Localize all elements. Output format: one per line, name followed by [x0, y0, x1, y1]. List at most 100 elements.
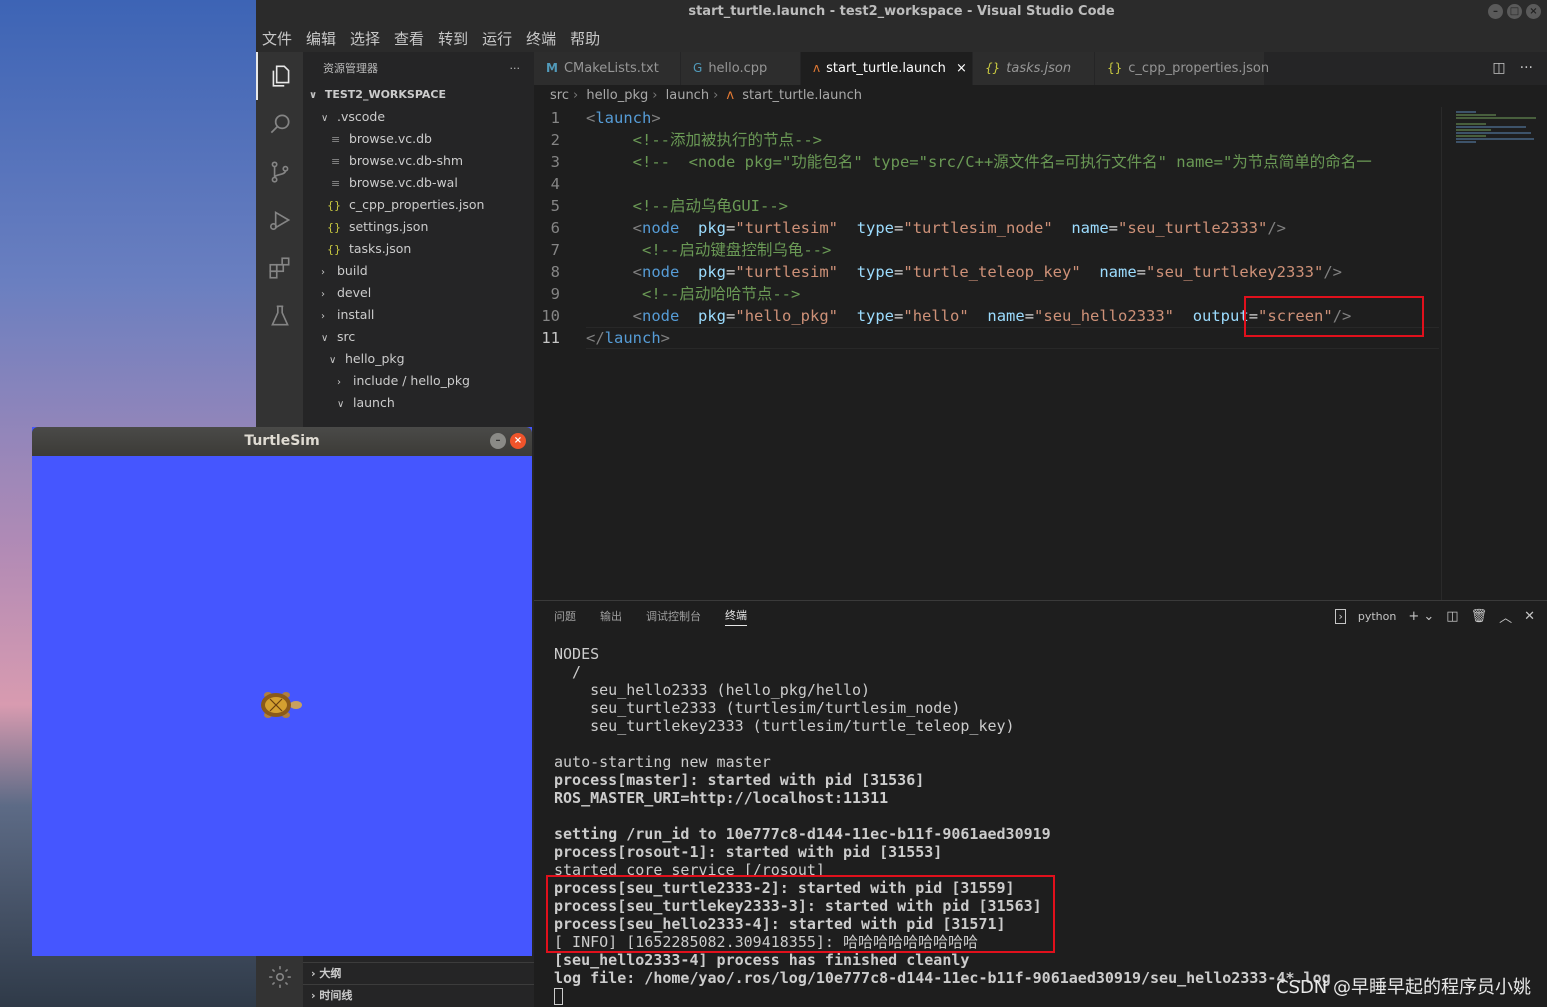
- chevron-right-icon: ›: [321, 289, 325, 300]
- tab-problems[interactable]: 问题: [554, 608, 576, 624]
- cpp-icon: G: [693, 61, 703, 75]
- close-tab-icon[interactable]: ×: [956, 61, 967, 76]
- file-lines-icon: ≡: [331, 155, 341, 168]
- chevron-down-icon: ∨: [329, 355, 337, 366]
- source-control-icon[interactable]: [256, 148, 303, 196]
- maximize-panel-icon[interactable]: ︿: [1499, 607, 1512, 626]
- new-terminal-icon[interactable]: + ⌄: [1408, 609, 1434, 624]
- tree-item-hello-pkg[interactable]: ∨ hello_pkg: [303, 348, 534, 370]
- menu-edit[interactable]: 编辑: [306, 28, 336, 49]
- breadcrumb-hello-pkg[interactable]: hello_pkg: [586, 88, 648, 103]
- tab-debug-console[interactable]: 调试控制台: [646, 608, 701, 624]
- explorer-title: 资源管理器: [323, 62, 378, 75]
- minimap[interactable]: [1441, 107, 1547, 600]
- tree-item-c-cpp-properties[interactable]: {} c_cpp_properties.json: [303, 194, 534, 216]
- menu-file[interactable]: 文件: [262, 28, 292, 49]
- tree-item-include[interactable]: › include / hello_pkg: [303, 370, 534, 392]
- chevron-right-icon: ›: [321, 311, 325, 322]
- chevron-down-icon: ∨: [337, 399, 345, 410]
- more-actions-icon[interactable]: ···: [1520, 52, 1533, 85]
- close-panel-icon[interactable]: ✕: [1524, 609, 1535, 624]
- tree-item-browse-db[interactable]: ≡ browse.vc.db: [303, 128, 534, 150]
- window-title: start_turtle.launch - test2_workspace - …: [688, 4, 1115, 19]
- tab-tasks-json[interactable]: {} tasks.json: [973, 52, 1095, 85]
- tab-label: hello.cpp: [708, 61, 768, 76]
- tab-label: c_cpp_properties.json: [1128, 61, 1270, 76]
- json-braces-icon: {}: [327, 199, 341, 212]
- tree-item-label: devel: [336, 285, 372, 300]
- split-editor-icon[interactable]: ◫: [1492, 52, 1505, 85]
- shell-selector[interactable]: python: [1358, 610, 1396, 623]
- maximize-button[interactable]: □: [1507, 4, 1522, 19]
- breadcrumb: src › hello_pkg › launch › ʌ start_turtle.l…: [534, 85, 1547, 107]
- explorer-icon[interactable]: [256, 52, 303, 100]
- breadcrumb-launch[interactable]: launch: [666, 88, 709, 103]
- minimize-button[interactable]: –: [1488, 4, 1503, 19]
- settings-gear-icon[interactable]: [256, 953, 303, 1001]
- terminal-line: ROS_MASTER_URI=http://localhost:11311: [554, 789, 889, 807]
- chevron-down-icon: ∨: [321, 113, 329, 124]
- more-actions-icon[interactable]: ···: [510, 62, 521, 75]
- json-braces-icon: {}: [327, 221, 341, 234]
- terminal-line: auto-starting new master: [554, 753, 771, 771]
- tree-item-settings-json[interactable]: {} settings.json: [303, 216, 534, 238]
- run-debug-icon[interactable]: [256, 196, 303, 244]
- tree-item-browse-db-shm[interactable]: ≡ browse.vc.db-shm: [303, 150, 534, 172]
- json-braces-icon: {}: [327, 243, 341, 256]
- outline-section[interactable]: › 大纲: [303, 962, 534, 984]
- tab-terminal[interactable]: 终端: [725, 607, 747, 626]
- terminal-line: setting /run_id to 10e777c8-d144-11ec-b1…: [554, 825, 1051, 843]
- turtlesim-close-button[interactable]: ×: [510, 433, 526, 449]
- tab-start-turtle-launch[interactable]: ʌ start_turtle.launch ×: [801, 52, 973, 85]
- tree-item-tasks-json[interactable]: {} tasks.json: [303, 238, 534, 260]
- workspace-label: TEST2_WORKSPACE: [324, 88, 446, 101]
- menu-go[interactable]: 转到: [438, 28, 468, 49]
- code-line: 1 <launch>: [550, 109, 661, 127]
- breadcrumb-file[interactable]: start_turtle.launch: [742, 88, 862, 103]
- tree-item-browse-db-wal[interactable]: ≡ browse.vc.db-wal: [303, 172, 534, 194]
- menu-terminal[interactable]: 终端: [526, 28, 556, 49]
- tree-item-build[interactable]: › build: [303, 260, 534, 282]
- workspace-header[interactable]: ∨ TEST2_WORKSPACE: [303, 84, 534, 106]
- editor-tabs: M CMakeLists.txt Ghello.cpp ʌ start_turtle…: [534, 52, 1547, 85]
- tab-hello-cpp[interactable]: Ghello.cpp: [681, 52, 801, 85]
- close-window-button[interactable]: ×: [1526, 4, 1541, 19]
- trash-icon[interactable]: 🗑: [1471, 609, 1488, 624]
- chevron-down-icon: ∨: [321, 333, 329, 344]
- menu-bar: 文件 编辑 选择 查看 转到 运行 终端 帮助: [256, 24, 1547, 52]
- split-terminal-icon[interactable]: ◫: [1446, 609, 1458, 624]
- tree-item-label: browse.vc.db-wal: [348, 175, 458, 190]
- turtlesim-window[interactable]: TurtleSim – ×: [32, 427, 532, 956]
- timeline-section[interactable]: › 时间线: [303, 984, 534, 1006]
- terminal-prompt[interactable]: [554, 987, 563, 1005]
- code-line: 4: [550, 175, 560, 193]
- tab-output[interactable]: 输出: [600, 608, 622, 624]
- turtlesim-title: TurtleSim: [244, 433, 320, 449]
- breadcrumb-src[interactable]: src: [550, 88, 569, 103]
- menu-run[interactable]: 运行: [482, 28, 512, 49]
- menu-view[interactable]: 查看: [394, 28, 424, 49]
- file-lines-icon: ≡: [331, 133, 341, 146]
- testing-flask-icon[interactable]: [256, 292, 303, 340]
- search-icon[interactable]: [256, 100, 303, 148]
- terminal-line: seu_turtlekey2333 (turtlesim/turtle_tele…: [554, 717, 1015, 735]
- terminal-line: NODES: [554, 645, 600, 663]
- code-line: 3 <!-- <node pkg="功能包名" type="src/C++源文件…: [550, 153, 1372, 171]
- menu-selection[interactable]: 选择: [350, 28, 380, 49]
- terminal-icon: ›: [1335, 609, 1346, 624]
- tree-item-src[interactable]: ∨ src: [303, 326, 534, 348]
- tree-item-label: c_cpp_properties.json: [348, 197, 485, 212]
- tree-item-install[interactable]: › install: [303, 304, 534, 326]
- extensions-icon[interactable]: [256, 244, 303, 292]
- menu-help[interactable]: 帮助: [570, 28, 600, 49]
- tree-item-vscode[interactable]: ∨ .vscode: [303, 106, 534, 128]
- turtlesim-minimize-button[interactable]: –: [490, 433, 506, 449]
- turtlesim-titlebar[interactable]: TurtleSim – ×: [32, 427, 532, 456]
- chevron-down-icon: ∨: [309, 90, 318, 101]
- tab-cmakelists[interactable]: M CMakeLists.txt: [534, 52, 681, 85]
- tab-c-cpp-properties[interactable]: {} c_cpp_properties.json: [1095, 52, 1269, 85]
- code-editor[interactable]: 1 <launch> 2 <!--添加被执行的节点--> 3 <!-- <node…: [534, 107, 1547, 600]
- tree-item-devel[interactable]: › devel: [303, 282, 534, 304]
- tree-item-label: launch: [352, 395, 395, 410]
- tree-item-launch[interactable]: ∨ launch: [303, 392, 534, 414]
